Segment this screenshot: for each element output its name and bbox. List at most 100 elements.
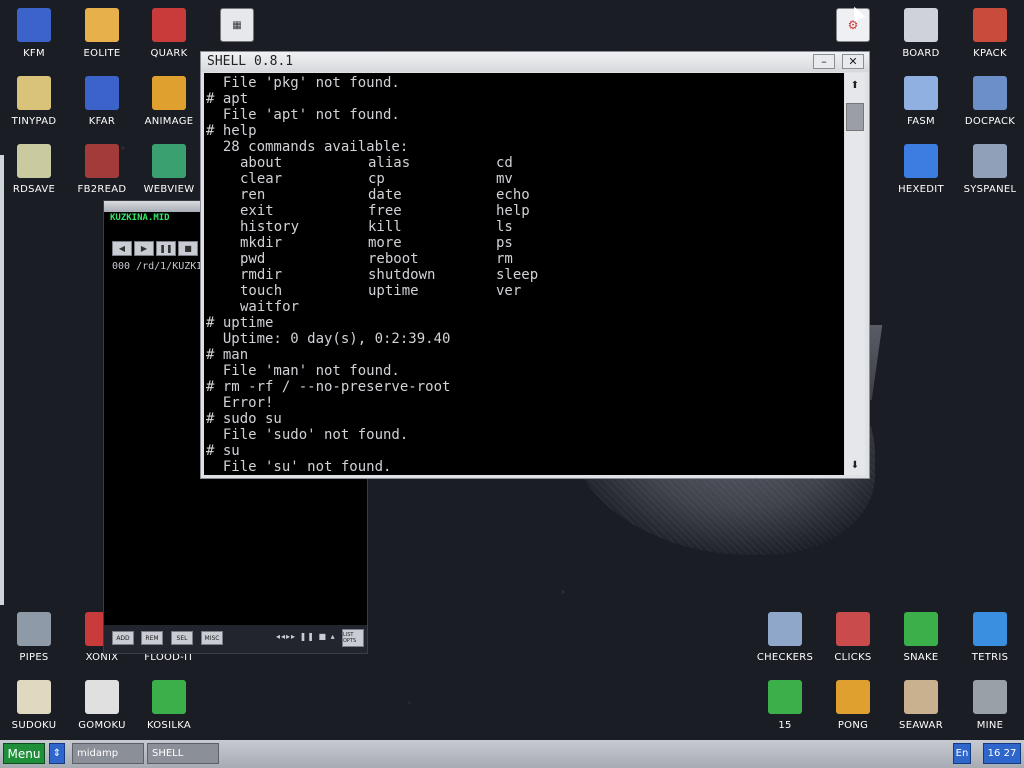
playlist-item[interactable]: 000 /rd/1/KUZKI xyxy=(112,261,202,272)
desktop-icon-label: SNAKE xyxy=(903,652,939,663)
shell-window[interactable]: SHELL 0.8.1 – ✕ File 'pkg' not found. # a… xyxy=(200,51,870,479)
scroll-down-icon[interactable]: ⬇ xyxy=(845,457,865,473)
book-icon xyxy=(152,8,186,42)
disk-save-icon xyxy=(17,144,51,178)
desktop-icon-fb2read[interactable]: FB2READ xyxy=(68,136,136,202)
play-button[interactable]: ▶ xyxy=(134,241,154,256)
switch-windows-button[interactable]: ⇕ xyxy=(49,743,65,764)
window-title: SHELL 0.8.1 xyxy=(207,54,294,69)
mine-icon xyxy=(973,680,1007,714)
command-row: mkdir more ps xyxy=(206,235,624,251)
minimize-button[interactable]: – xyxy=(813,54,835,69)
desktop-icon-rdsave[interactable]: RDSAVE xyxy=(0,136,68,202)
desktop-icon-pipes[interactable]: PIPES xyxy=(0,604,68,670)
folder-icon xyxy=(85,8,119,42)
command-name: date xyxy=(368,187,402,203)
command-row: pwd reboot rm xyxy=(206,251,624,267)
terminal-line: File 'sudo' not found. xyxy=(206,427,409,443)
command-name: ps xyxy=(496,235,513,251)
desktop-icon-fasm[interactable]: FASM xyxy=(887,68,955,134)
terminal-line: File 'su' not found. xyxy=(206,459,392,475)
desktop-icon-sudoku[interactable]: SUDOKU xyxy=(0,672,68,738)
command-name: touch xyxy=(240,283,283,299)
desktop-icon-label: RDSAVE xyxy=(12,184,56,195)
desktop-icon-label: EOLITE xyxy=(83,48,121,59)
desktop-icon-kfm[interactable]: KFM xyxy=(0,0,68,66)
command-row: touch uptime ver xyxy=(206,283,624,299)
add-button[interactable]: ADD xyxy=(112,631,134,645)
desktop-icon-label: QUARK xyxy=(150,48,188,59)
stop-button[interactable]: ■ xyxy=(178,241,198,256)
command-row: history kill ls xyxy=(206,219,624,235)
terminal-line: File 'pkg' not found. xyxy=(206,75,400,91)
terminal-line: File 'apt' not found. xyxy=(206,107,400,123)
terminal-line: Error! xyxy=(206,395,274,411)
desktop-icon-kosilka[interactable]: KOSILKA xyxy=(135,672,203,738)
select-button[interactable]: SEL xyxy=(171,631,193,645)
notepad-icon xyxy=(17,76,51,110)
prev-button[interactable]: ◀ xyxy=(112,241,132,256)
board-icon xyxy=(904,8,938,42)
desktop-icon-kpack[interactable]: KPACK xyxy=(956,0,1024,66)
shell-titlebar[interactable]: SHELL 0.8.1 – ✕ xyxy=(201,52,869,72)
command-name: about xyxy=(240,155,283,171)
desktop-icon-label: DOCPACK xyxy=(964,116,1016,127)
desktop-icon-board[interactable]: BOARD xyxy=(887,0,955,66)
misc-button[interactable]: MISC xyxy=(201,631,223,645)
desktop-icon-label: GOMOKU xyxy=(78,720,126,731)
desktop-icon-webview[interactable]: WEBVIEW xyxy=(135,136,203,202)
desktop-icon-hexedit[interactable]: HEXEDIT xyxy=(887,136,955,202)
desktop-icon-label: CHECKERS xyxy=(756,652,814,663)
desktop-icon-animage[interactable]: ANIMAGE xyxy=(135,68,203,134)
desktop-icon-label: PONG xyxy=(837,720,869,731)
desktop-icon-label: BOARD xyxy=(902,48,940,59)
gomoku-icon xyxy=(85,680,119,714)
desktop-icon-tetris[interactable]: TETRIS xyxy=(956,604,1024,670)
desktop-icon-label: SUDOKU xyxy=(11,720,57,731)
command-name: shutdown xyxy=(368,267,436,283)
desktop-icon-seawar[interactable]: SEAWAR xyxy=(887,672,955,738)
desktop-icon-label: TINYPAD xyxy=(11,116,57,127)
archive-icon xyxy=(85,76,119,110)
taskbar-item-midamp[interactable]: midamp xyxy=(72,743,144,764)
left-edge-strip xyxy=(0,155,4,605)
scrollbar-thumb[interactable] xyxy=(846,103,864,131)
scroll-up-icon[interactable]: ⬆ xyxy=(845,77,865,93)
desktop-icon-gomoku[interactable]: GOMOKU xyxy=(68,672,136,738)
midamp-controls: ◀ ▶ ❚❚ ■ xyxy=(112,241,198,259)
command-row: rmdir shutdown sleep xyxy=(206,267,624,283)
scrollbar[interactable]: ⬆ ⬇ xyxy=(845,73,865,475)
desktop-icon-syspanel[interactable]: SYSPANEL xyxy=(956,136,1024,202)
command-name: exit xyxy=(240,203,274,219)
desktop-icon-eolite[interactable]: EOLITE xyxy=(68,0,136,66)
language-indicator[interactable]: En xyxy=(953,743,971,764)
desktop-icon-15[interactable]: 15 xyxy=(751,672,819,738)
calculator-icon: ▦ xyxy=(220,8,254,42)
desktop-icon-mine[interactable]: MINE xyxy=(956,672,1024,738)
command-name: kill xyxy=(368,219,402,235)
desktop-icon-pong[interactable]: PONG xyxy=(819,672,887,738)
desktop-icon-tinypad[interactable]: TINYPAD xyxy=(0,68,68,134)
desktop-icon-label: WEBVIEW xyxy=(143,184,195,195)
desktop: KFM EOLITE QUARK TINYPAD KFAR ANIMAGE RDSAVE FB… xyxy=(0,0,1024,740)
command-name: uptime xyxy=(368,283,419,299)
desktop-icon-quark[interactable]: QUARK xyxy=(135,0,203,66)
pause-button[interactable]: ❚❚ xyxy=(156,241,176,256)
list-options-button[interactable]: LIST OPTS xyxy=(342,629,364,647)
command-name: free xyxy=(368,203,402,219)
menu-button[interactable]: Menu xyxy=(3,743,45,764)
terminal-output[interactable]: File 'pkg' not found. # apt File 'apt' no… xyxy=(204,73,844,475)
transport-controls[interactable]: ◂◂▸▸ ❚❚ ■ ▴ xyxy=(276,632,336,641)
fasm-icon xyxy=(904,76,938,110)
taskbar-item-shell[interactable]: SHELL xyxy=(147,743,219,764)
desktop-icon-kfar[interactable]: KFAR xyxy=(68,68,136,134)
desktop-icon-label: ANIMAGE xyxy=(144,116,194,127)
command-name: ren xyxy=(240,187,266,203)
close-button[interactable]: ✕ xyxy=(842,54,864,69)
desktop-icon-snake[interactable]: SNAKE xyxy=(887,604,955,670)
remove-button[interactable]: REM xyxy=(141,631,163,645)
desktop-icon-checkers[interactable]: CHECKERS xyxy=(751,604,819,670)
desktop-icon-docpack[interactable]: DOCPACK xyxy=(956,68,1024,134)
desktop-icon-label: SYSPANEL xyxy=(963,184,1017,195)
desktop-icon-clicks[interactable]: CLICKS xyxy=(819,604,887,670)
